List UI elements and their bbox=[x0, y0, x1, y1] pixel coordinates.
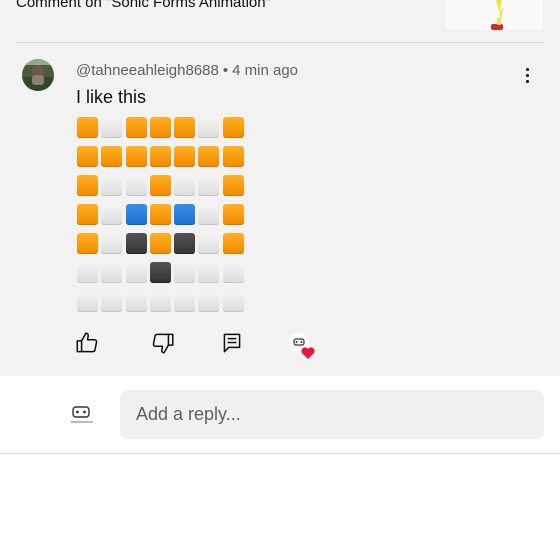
white-square-emoji bbox=[101, 262, 123, 283]
white-square-emoji bbox=[198, 175, 220, 196]
orange-square-emoji bbox=[101, 146, 123, 167]
white-square-emoji bbox=[198, 233, 220, 254]
orange-square-emoji bbox=[174, 146, 196, 167]
orange-square-emoji bbox=[198, 146, 220, 167]
black-square-emoji bbox=[149, 262, 171, 283]
white-square-emoji bbox=[101, 175, 123, 196]
white-square-emoji bbox=[77, 262, 98, 283]
orange-square-emoji bbox=[222, 146, 244, 167]
white-square-emoji bbox=[174, 262, 196, 283]
white-square-emoji bbox=[174, 291, 196, 312]
comment-thread: Comment on "Sonic Forms Animation" @tahn… bbox=[0, 0, 560, 376]
creator-heart-icon[interactable] bbox=[288, 332, 318, 360]
thumbs-down-icon[interactable] bbox=[150, 330, 176, 356]
avatar[interactable] bbox=[22, 59, 54, 91]
white-square-emoji bbox=[174, 175, 196, 196]
white-square-emoji bbox=[125, 175, 147, 196]
orange-square-emoji bbox=[174, 117, 196, 138]
orange-square-emoji bbox=[77, 146, 98, 167]
orange-square-emoji bbox=[125, 117, 147, 138]
orange-square-emoji bbox=[77, 204, 98, 225]
reply-input[interactable] bbox=[120, 390, 544, 439]
emoji-art-grid bbox=[77, 115, 247, 318]
divider bbox=[16, 42, 544, 43]
orange-square-emoji bbox=[222, 175, 244, 196]
white-square-emoji bbox=[101, 291, 123, 312]
white-square-emoji bbox=[198, 262, 220, 283]
white-square-emoji bbox=[198, 204, 220, 225]
comment-meta: @tahneeahleigh8688 • 4 min ago bbox=[76, 62, 298, 79]
white-square-emoji bbox=[125, 291, 147, 312]
divider bbox=[0, 453, 560, 454]
video-thumbnail[interactable] bbox=[446, 0, 543, 30]
video-context-title[interactable]: Comment on "Sonic Forms Animation" bbox=[16, 0, 271, 11]
white-square-emoji bbox=[222, 291, 244, 312]
white-square-emoji bbox=[101, 204, 123, 225]
white-square-emoji bbox=[101, 233, 123, 254]
black-square-emoji bbox=[174, 233, 196, 254]
orange-square-emoji bbox=[149, 204, 171, 225]
white-square-emoji bbox=[101, 117, 123, 138]
white-square-emoji bbox=[125, 262, 147, 283]
meta-separator: • bbox=[222, 62, 229, 79]
white-square-emoji bbox=[198, 291, 220, 312]
orange-square-emoji bbox=[222, 204, 244, 225]
white-square-emoji bbox=[77, 291, 98, 312]
comment-text: I like this bbox=[76, 87, 147, 107]
orange-square-emoji bbox=[77, 117, 98, 138]
blue-square-emoji bbox=[125, 204, 147, 225]
orange-square-emoji bbox=[149, 175, 171, 196]
orange-square-emoji bbox=[125, 146, 147, 167]
timestamp[interactable]: 4 min ago bbox=[232, 62, 298, 79]
orange-square-emoji bbox=[222, 233, 244, 254]
orange-square-emoji bbox=[149, 146, 171, 167]
user-avatar-icon bbox=[70, 404, 94, 428]
more-options-icon[interactable] bbox=[516, 64, 538, 86]
thumbs-up-icon[interactable] bbox=[74, 330, 100, 356]
white-square-emoji bbox=[149, 291, 171, 312]
white-square-emoji bbox=[198, 117, 220, 138]
blue-square-emoji bbox=[174, 204, 196, 225]
orange-square-emoji bbox=[222, 117, 244, 138]
black-square-emoji bbox=[125, 233, 147, 254]
author-handle[interactable]: @tahneeahleigh8688 bbox=[76, 62, 219, 79]
comment-reply-icon[interactable] bbox=[219, 330, 245, 356]
orange-square-emoji bbox=[149, 117, 171, 138]
orange-square-emoji bbox=[77, 233, 98, 254]
orange-square-emoji bbox=[77, 175, 98, 196]
white-square-emoji bbox=[222, 262, 244, 283]
orange-square-emoji bbox=[149, 233, 171, 254]
comment-actions bbox=[0, 330, 560, 362]
